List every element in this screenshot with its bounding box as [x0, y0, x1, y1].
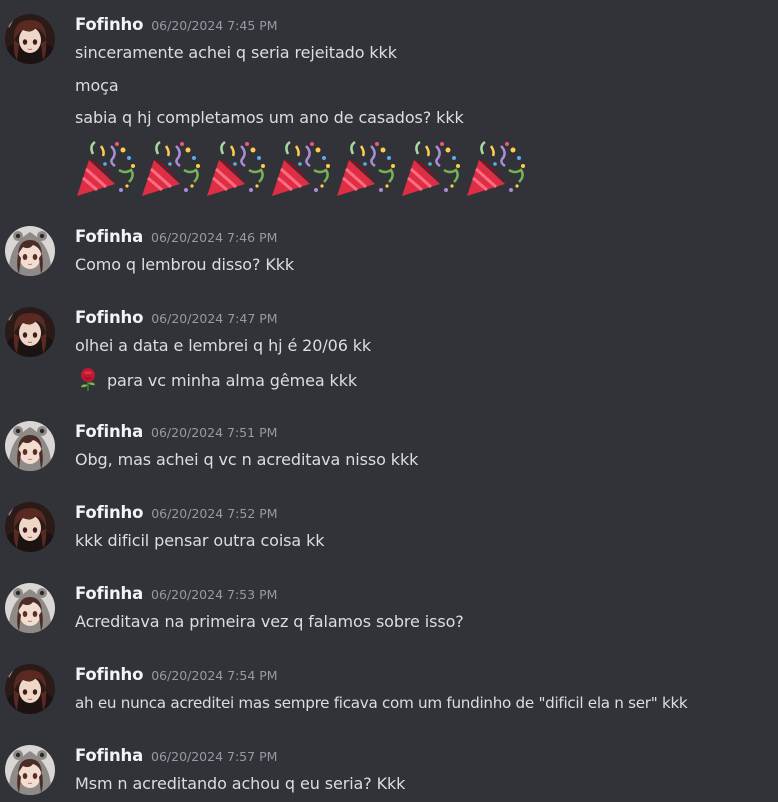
anime-avatar-brown-hair-icon: [5, 502, 55, 552]
party-popper-icon[interactable]: [205, 140, 269, 198]
message-text: ah eu nunca acreditei mas sempre ficava …: [75, 694, 688, 712]
party-popper-icon[interactable]: [270, 140, 334, 198]
message-timestamp[interactable]: 06/20/2024 7:52 PM: [151, 506, 277, 521]
author-name[interactable]: Fofinha: [75, 746, 143, 765]
message-text-with-emoji: para vc minha alma gêmea kkk: [75, 367, 357, 392]
author-name[interactable]: Fofinha: [75, 227, 143, 246]
message-header: Fofinho 06/20/2024 7:54 PM: [75, 664, 278, 686]
message-text: olhei a data e lembrei q hj é 20/06 kk: [75, 336, 372, 355]
message-timestamp[interactable]: 06/20/2024 7:47 PM: [151, 311, 277, 326]
message-text: sabia q hj completamos um ano de casados…: [75, 108, 464, 127]
message-timestamp[interactable]: 06/20/2024 7:54 PM: [151, 668, 277, 683]
party-popper-icon[interactable]: [75, 140, 139, 198]
author-name[interactable]: Fofinho: [75, 15, 143, 34]
message-timestamp[interactable]: 06/20/2024 7:57 PM: [151, 749, 277, 764]
chat-message-list: Fofinho 06/20/2024 7:45 PM sinceramente a…: [0, 0, 778, 802]
author-name[interactable]: Fofinho: [75, 665, 143, 684]
author-name[interactable]: Fofinha: [75, 422, 143, 441]
party-popper-icon[interactable]: [400, 140, 464, 198]
message-text: para vc minha alma gêmea kkk: [107, 371, 358, 390]
avatar[interactable]: [5, 307, 55, 357]
anime-avatar-gray-hood-icon: [5, 583, 55, 633]
avatar[interactable]: [5, 502, 55, 552]
message-text: Como q lembrou disso? Kkk: [75, 255, 295, 274]
avatar[interactable]: [5, 745, 55, 795]
message-header: Fofinha 06/20/2024 7:53 PM: [75, 583, 277, 605]
party-popper-icon[interactable]: [335, 140, 399, 198]
avatar[interactable]: [5, 14, 55, 64]
message-header: Fofinha 06/20/2024 7:51 PM: [75, 421, 277, 443]
message-header: Fofinha 06/20/2024 7:57 PM: [75, 745, 277, 767]
avatar[interactable]: [5, 664, 55, 714]
party-popper-icon[interactable]: [465, 140, 529, 198]
author-name[interactable]: Fofinha: [75, 584, 143, 603]
avatar[interactable]: [5, 226, 55, 276]
anime-avatar-gray-hood-icon: [5, 745, 55, 795]
message-text: kkk dificil pensar outra coisa kk: [75, 531, 325, 550]
anime-avatar-gray-hood-icon: [5, 226, 55, 276]
message-text: sinceramente achei q seria rejeitado kkk: [75, 43, 397, 62]
message-text: moça: [75, 76, 119, 95]
message-timestamp[interactable]: 06/20/2024 7:51 PM: [151, 425, 277, 440]
anime-avatar-gray-hood-icon: [5, 421, 55, 471]
message-text: Acreditava na primeira vez q falamos sob…: [75, 612, 464, 631]
emoji-message: [75, 140, 530, 198]
anime-avatar-brown-hair-icon: [5, 14, 55, 64]
message-header: Fofinho 06/20/2024 7:45 PM: [75, 14, 278, 36]
message-header: Fofinho 06/20/2024 7:52 PM: [75, 502, 278, 524]
author-name[interactable]: Fofinho: [75, 503, 143, 522]
message-timestamp[interactable]: 06/20/2024 7:45 PM: [151, 18, 277, 33]
message-header: Fofinha 06/20/2024 7:46 PM: [75, 226, 277, 248]
rose-icon[interactable]: [75, 367, 101, 391]
message-timestamp[interactable]: 06/20/2024 7:53 PM: [151, 587, 277, 602]
message-text: Msm n acreditando achou q eu seria? Kkk: [75, 774, 406, 793]
anime-avatar-brown-hair-icon: [5, 664, 55, 714]
avatar[interactable]: [5, 421, 55, 471]
message-timestamp[interactable]: 06/20/2024 7:46 PM: [151, 230, 277, 245]
message-header: Fofinho 06/20/2024 7:47 PM: [75, 307, 278, 329]
author-name[interactable]: Fofinho: [75, 308, 143, 327]
party-popper-icon[interactable]: [140, 140, 204, 198]
avatar[interactable]: [5, 583, 55, 633]
message-text: Obg, mas achei q vc n acreditava nisso k…: [75, 450, 419, 469]
anime-avatar-brown-hair-icon: [5, 307, 55, 357]
